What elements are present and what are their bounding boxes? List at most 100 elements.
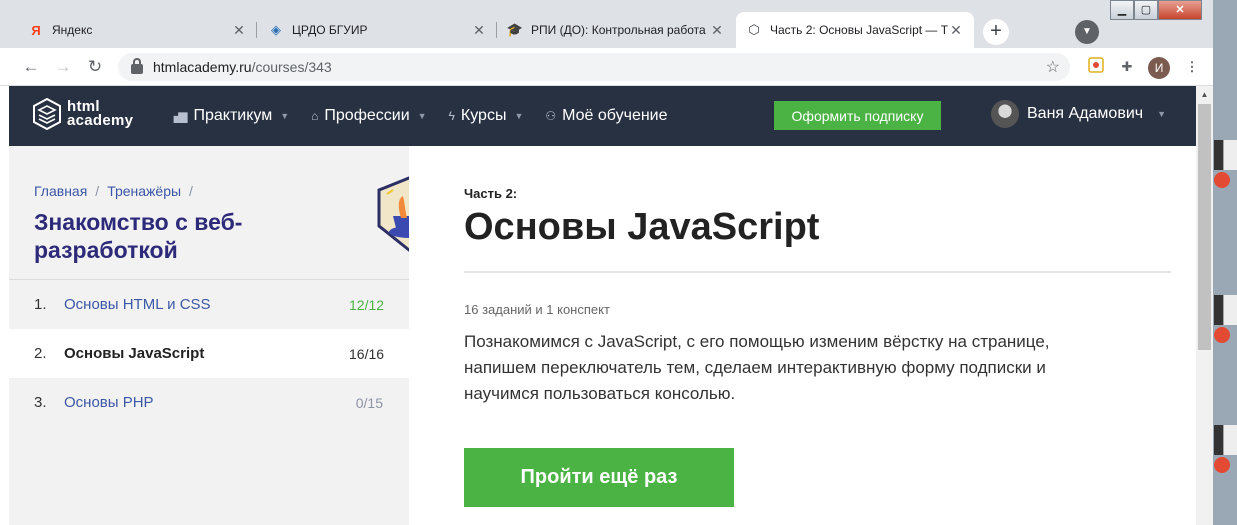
back-button[interactable]: ← — [20, 56, 42, 78]
bookmark-star-icon[interactable]: ☆ — [1046, 57, 1060, 77]
breadcrumb-separator: / — [189, 183, 193, 199]
close-tab-icon[interactable]: ✕ — [471, 22, 487, 39]
logo-icon — [33, 98, 61, 130]
user-name: Ваня Адамович — [1027, 105, 1144, 122]
window-controls: ▁ ▢ ✕ — [1110, 0, 1202, 20]
breadcrumb: Главная / Тренажёры / — [34, 183, 201, 199]
chapter-progress: 0/15 — [355, 394, 383, 411]
title-divider — [464, 271, 1171, 273]
chapter-number: 2. — [34, 345, 47, 362]
tab-search-button[interactable]: ▼ — [1075, 20, 1099, 44]
nav-courses[interactable]: ϟ Курсы ▼ — [449, 107, 524, 125]
crdo-icon: ◈ — [271, 22, 281, 37]
nav-my-learning[interactable]: ⚇ Моё обучение — [545, 107, 667, 125]
close-tab-icon[interactable]: ✕ — [709, 22, 725, 39]
tab-title: Часть 2: Основы JavaScript — Тр — [770, 23, 948, 37]
chevron-down-icon: ▼ — [1082, 26, 1092, 37]
chapter-progress: 12/12 — [349, 296, 385, 313]
part-label: Часть 2: — [464, 186, 518, 201]
caret-down-icon: ▼ — [514, 111, 524, 121]
caret-down-icon: ▼ — [417, 111, 427, 121]
page-scrollbar[interactable]: ▲ — [1196, 86, 1213, 525]
url-host: htmlacademy.ru — [153, 59, 252, 75]
lightning-icon: ϟ — [448, 109, 455, 123]
desktop-icon — [1214, 140, 1237, 190]
chapter-name: Основы JavaScript — [64, 345, 205, 362]
restart-button[interactable]: Пройти ещё раз — [464, 448, 734, 507]
puzzle-icon[interactable]: ✚ — [1117, 57, 1137, 77]
nav-professions[interactable]: ⌂ Профессии ▼ — [311, 107, 426, 125]
tab-crdo[interactable]: ◈ ЦРДО БГУИР ✕ — [258, 12, 497, 48]
extension-icon[interactable] — [1086, 57, 1106, 77]
logo-line2: academy — [67, 112, 134, 129]
caret-down-icon: ▼ — [1157, 109, 1167, 119]
chapter-progress: 16/16 — [349, 345, 385, 362]
nav-label: Курсы — [460, 107, 507, 124]
breadcrumb-separator: / — [95, 183, 100, 199]
avatar — [991, 100, 1019, 128]
tab-title: РПИ (ДО): Контрольная работа — [531, 23, 706, 37]
lock-icon — [131, 58, 143, 74]
close-tab-icon[interactable]: ✕ — [948, 22, 964, 39]
profile-avatar[interactable]: И — [1148, 57, 1170, 79]
reload-button[interactable]: ↻ — [84, 56, 106, 78]
graduation-cap-icon: ⌂ — [311, 109, 319, 123]
arrow-left-icon: ← — [22, 57, 40, 76]
chapter-number: 1. — [34, 296, 47, 313]
arrow-right-icon: → — [54, 57, 72, 76]
chapter-item[interactable]: 3. Основы PHP 0/15 — [9, 378, 409, 427]
tab-strip: Я Яндекс ✕ ◈ ЦРДО БГУИР ✕ 🎓 РПИ (ДО): Ко… — [0, 0, 1213, 48]
course-title: Знакомство с веб-разработкой — [34, 209, 243, 263]
site-logo[interactable]: html academy — [33, 98, 133, 130]
nav-label: Моё обучение — [562, 107, 668, 124]
caret-down-icon: ▼ — [280, 111, 290, 121]
tasks-count: 16 заданий и 1 конспект — [464, 302, 610, 317]
course-sidebar: Главная / Тренажёры / Знакомство с веб-разр… — [9, 146, 441, 525]
minimize-button[interactable]: ▁ — [1110, 0, 1134, 20]
main-nav: ▗▆ Практикум ▼ ⌂ Профессии ▼ ϟ Курсы ▼ ⚇… — [169, 86, 690, 146]
yandex-icon: Я — [31, 22, 41, 38]
subscribe-button[interactable]: Оформить подписку — [774, 101, 941, 130]
chapter-content: Часть 2: Основы JavaScript 16 заданий и … — [409, 146, 1196, 525]
tab-rpi[interactable]: 🎓 РПИ (ДО): Контрольная работа ✕ — [497, 12, 735, 48]
mortarboard-icon: 🎓 — [506, 22, 524, 37]
tab-title: ЦРДО БГУИР — [292, 23, 368, 37]
breadcrumb-trainers[interactable]: Тренажёры — [107, 183, 181, 199]
logo-text: html academy — [67, 99, 134, 129]
menu-dots-icon[interactable]: ⋮ — [1182, 57, 1202, 77]
browser-window: Я Яндекс ✕ ◈ ЦРДО БГУИР ✕ 🎓 РПИ (ДО): Ко… — [0, 0, 1213, 525]
nav-practicum[interactable]: ▗▆ Практикум ▼ — [169, 107, 289, 125]
site-header: html academy ▗▆ Практикум ▼ ⌂ Профессии … — [9, 86, 1196, 146]
new-tab-button[interactable]: + — [983, 19, 1009, 45]
address-bar[interactable]: htmlacademy.ru/courses/343 ☆ — [118, 53, 1070, 81]
close-tab-icon[interactable]: ✕ — [231, 22, 247, 39]
page-title: Основы JavaScript — [464, 206, 820, 248]
tab-yandex[interactable]: Я Яндекс ✕ — [18, 12, 257, 48]
chapter-item-current[interactable]: 2. Основы JavaScript 16/16 — [9, 329, 409, 378]
url-path: /courses/343 — [251, 59, 332, 75]
tab-title: Яндекс — [52, 23, 93, 37]
chapter-list: 1. Основы HTML и CSS 12/12 2. Основы Jav… — [9, 280, 409, 427]
chart-icon: ▗▆ — [169, 109, 188, 123]
reload-icon: ↻ — [87, 57, 103, 76]
browser-toolbar: ← → ↻ htmlacademy.ru/courses/343 ☆ ✚ ⋮ — [0, 48, 1213, 86]
user-menu[interactable]: Ваня Адамович ▼ — [991, 100, 1166, 128]
desktop-icon — [1214, 295, 1237, 345]
chapter-number: 3. — [34, 394, 47, 411]
desktop-icon — [1214, 425, 1237, 475]
people-icon: ⚇ — [545, 109, 557, 123]
tab-htmlacademy[interactable]: ⬡ Часть 2: Основы JavaScript — Тр ✕ — [736, 12, 974, 48]
nav-label: Профессии — [324, 107, 410, 124]
forward-button[interactable]: → — [52, 56, 74, 78]
close-window-button[interactable]: ✕ — [1158, 0, 1202, 20]
breadcrumb-home[interactable]: Главная — [34, 183, 87, 199]
htmlacademy-icon: ⬡ — [748, 22, 760, 37]
scroll-thumb[interactable] — [1198, 104, 1211, 350]
chapter-description: Познакомимся с JavaScript, с его помощью… — [464, 332, 1050, 403]
scroll-up-icon[interactable]: ▲ — [1196, 86, 1213, 103]
nav-label: Практикум — [193, 107, 273, 124]
chapter-item[interactable]: 1. Основы HTML и CSS 12/12 — [9, 280, 409, 329]
chapter-name: Основы HTML и CSS — [64, 296, 211, 313]
chapter-name: Основы PHP — [64, 394, 154, 411]
maximize-button[interactable]: ▢ — [1134, 0, 1158, 20]
